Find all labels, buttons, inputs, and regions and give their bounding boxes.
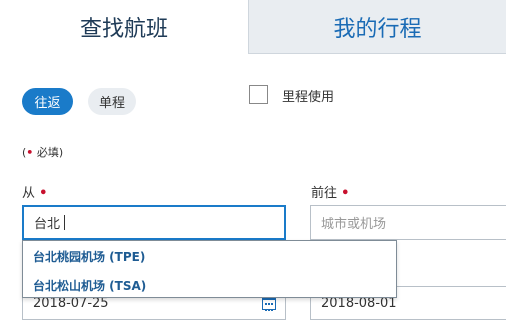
calendar-icon[interactable] <box>262 297 276 311</box>
to-required-dot: • <box>341 186 350 201</box>
from-required-dot: • <box>39 186 48 201</box>
from-label: 从 • <box>22 182 47 201</box>
one-way-button[interactable]: 单程 <box>88 88 136 115</box>
to-label-text: 前往 <box>311 186 338 201</box>
from-input[interactable]: 台北 <box>22 205 286 240</box>
tab-search-flights[interactable]: 查找航班 <box>0 0 248 54</box>
tab-bar: 查找航班 我的行程 <box>0 0 506 54</box>
text-caret <box>64 215 66 230</box>
miles-checkbox-label: 里程使用 <box>282 90 335 105</box>
required-note-text: 必填) <box>33 146 64 159</box>
to-input[interactable]: 城市或机场 <box>310 205 506 240</box>
tab-my-trips[interactable]: 我的行程 <box>248 0 506 54</box>
airport-autocomplete: 台北桃园机场 (TPE) 台北松山机场 (TSA) <box>22 240 397 298</box>
from-label-text: 从 <box>22 186 36 201</box>
miles-checkbox[interactable] <box>249 85 268 104</box>
autocomplete-option-tpe[interactable]: 台北桃园机场 (TPE) <box>33 248 145 265</box>
from-input-value: 台北 <box>34 217 61 232</box>
required-note: (• 必填) <box>22 144 63 160</box>
to-input-placeholder: 城市或机场 <box>321 217 387 232</box>
to-label: 前往 • <box>311 182 349 201</box>
autocomplete-option-tsa[interactable]: 台北松山机场 (TSA) <box>33 277 146 294</box>
round-trip-button[interactable]: 往返 <box>22 88 73 115</box>
